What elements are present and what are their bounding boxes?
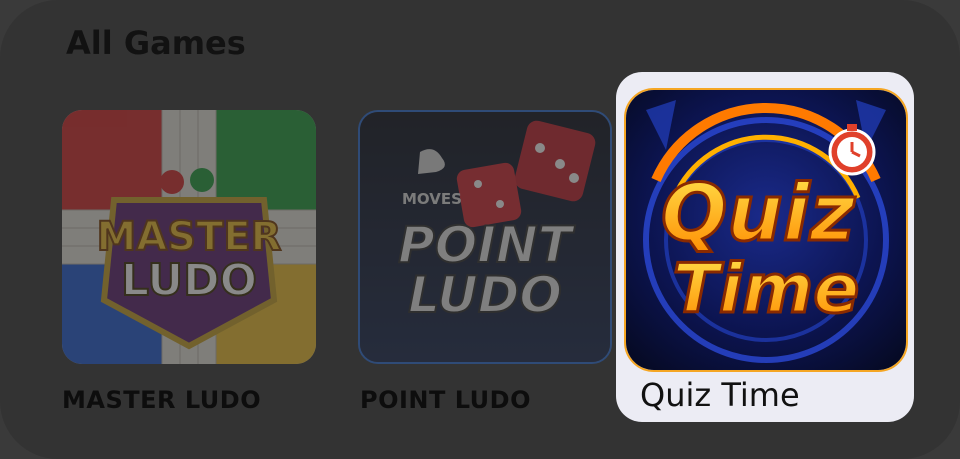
master-ludo-art-text: MASTER — [97, 214, 282, 260]
point-ludo-artwork: MOVES POINT LUDO — [360, 112, 610, 362]
quiz-time-art-text: Quiz — [661, 169, 856, 259]
quiz-time-art-text-2: Time — [673, 250, 860, 329]
section-title: All Games — [66, 24, 246, 62]
game-label-point-ludo[interactable]: POINT LUDO — [360, 386, 531, 414]
game-card-master-ludo[interactable]: MASTER LUDO — [62, 110, 316, 364]
master-ludo-artwork: MASTER LUDO — [62, 110, 316, 364]
game-label-master-ludo[interactable]: MASTER LUDO — [62, 386, 261, 414]
quiz-time-thumbnail[interactable]: Quiz Time — [624, 88, 908, 372]
point-ludo-art-text-2: LUDO — [408, 266, 562, 324]
master-ludo-art-text-2: LUDO — [121, 255, 257, 306]
game-label-quiz-time[interactable]: Quiz Time — [640, 376, 800, 414]
game-card-point-ludo[interactable]: MOVES POINT LUDO — [358, 110, 612, 364]
all-games-panel: All Games MASTER LUDO MASTER LUDO MOVES … — [0, 0, 960, 459]
point-ludo-art-tag: MOVES — [402, 190, 462, 208]
quiz-time-artwork: Quiz Time — [626, 90, 906, 370]
